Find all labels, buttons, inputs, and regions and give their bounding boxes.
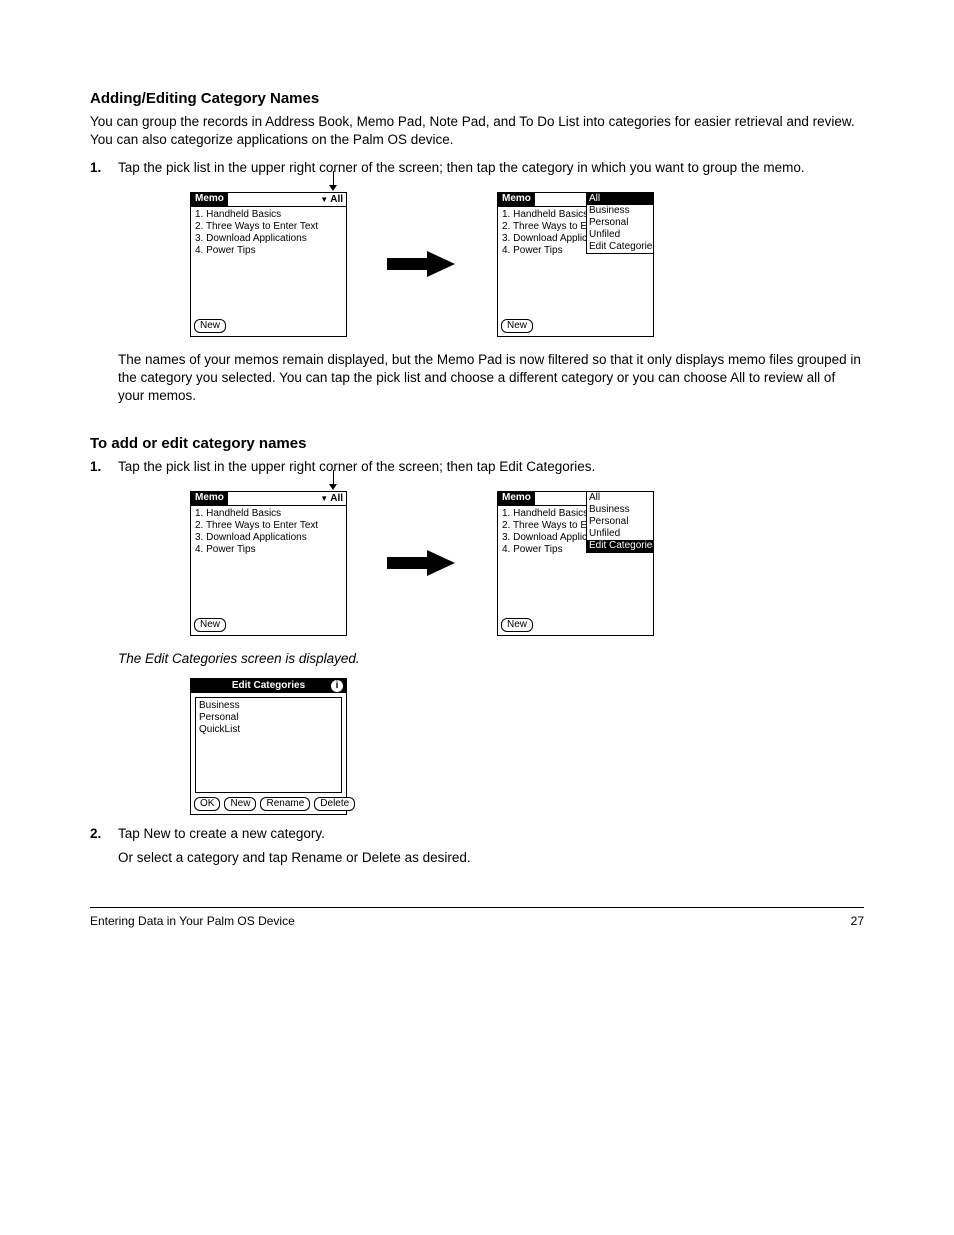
dropdown-item[interactable]: All	[587, 193, 653, 205]
category-item[interactable]: QuickList	[199, 724, 338, 736]
dropdown-item[interactable]: Edit Categories...	[587, 540, 653, 552]
edit-categories-dialog: Edit Categories i Business Personal Quic…	[190, 678, 347, 815]
category-picklist[interactable]: ▼ All	[320, 193, 343, 207]
transition-arrow-icon	[387, 249, 457, 279]
memo-row[interactable]: 1. Handheld Basics	[195, 209, 342, 221]
step-number: 2.	[90, 825, 118, 843]
pointer-arrow-icon	[329, 171, 337, 191]
step-text: Tap New to create a new category.	[118, 825, 864, 843]
dropdown-item[interactable]: Business	[587, 205, 653, 217]
memo-row[interactable]: 2. Three Ways to Enter Text	[195, 520, 342, 532]
footer-rule	[90, 907, 864, 908]
dropdown-icon: ▼	[320, 196, 328, 204]
category-dropdown[interactable]: All Business Personal Unfiled Edit Categ…	[586, 491, 654, 553]
app-title: Memo	[191, 192, 228, 206]
memo-row[interactable]: 3. Download Applications	[195, 233, 342, 245]
figure-row: Memo ▼ All 1. Handheld Basics 2. Three W…	[190, 192, 864, 337]
page-footer: Entering Data in Your Palm OS Device 27	[90, 914, 864, 928]
category-item[interactable]: Business	[199, 700, 338, 712]
step-number: 1.	[90, 458, 118, 476]
app-title: Memo	[191, 491, 228, 505]
dropdown-item[interactable]: Personal	[587, 217, 653, 229]
step-number: 1.	[90, 159, 118, 177]
dropdown-item[interactable]: Unfiled	[587, 229, 653, 241]
new-button[interactable]: New	[194, 618, 226, 632]
section-heading: Adding/Editing Category Names	[90, 90, 864, 107]
category-dropdown[interactable]: All Business Personal Unfiled Edit Categ…	[586, 192, 654, 254]
category-item[interactable]: Personal	[199, 712, 338, 724]
new-button[interactable]: New	[194, 319, 226, 333]
section-heading: To add or edit category names	[90, 435, 864, 452]
pointer-arrow-icon	[329, 470, 337, 490]
dropdown-item[interactable]: Edit Categories...	[587, 241, 653, 253]
figure-row: Memo ▼ All 1. Handheld Basics 2. Three W…	[190, 491, 864, 636]
category-current: All	[330, 493, 343, 504]
app-title: Memo	[498, 192, 535, 206]
dropdown-item[interactable]: Business	[587, 504, 653, 516]
transition-arrow-icon	[387, 548, 457, 578]
new-button[interactable]: New	[501, 319, 533, 333]
page-number: 27	[851, 914, 864, 928]
dropdown-item[interactable]: All	[587, 492, 653, 504]
dropdown-item[interactable]: Unfiled	[587, 528, 653, 540]
app-title: Memo	[498, 491, 535, 505]
memo-screen-closed: Memo ▼ All 1. Handheld Basics 2. Three W…	[190, 491, 347, 636]
dropdown-item[interactable]: Personal	[587, 516, 653, 528]
rename-button[interactable]: Rename	[260, 797, 310, 811]
category-picklist[interactable]: ▼ All	[320, 492, 343, 506]
result-text: The Edit Categories screen is displayed.	[118, 650, 864, 668]
memo-row[interactable]: 2. Three Ways to Enter Text	[195, 221, 342, 233]
category-current: All	[330, 194, 343, 205]
step-item: 1. Tap the pick list in the upper right …	[90, 458, 864, 476]
step-item: 2. Tap New to create a new category.	[90, 825, 864, 843]
memo-screen-dropdown-open: Memo All Business Personal Unfiled Edit …	[497, 192, 654, 337]
memo-row[interactable]: 1. Handheld Basics	[195, 508, 342, 520]
paragraph: The names of your memos remain displayed…	[118, 351, 864, 406]
ok-button[interactable]: OK	[194, 797, 220, 811]
step-text: Tap the pick list in the upper right cor…	[118, 159, 864, 177]
memo-row[interactable]: 4. Power Tips	[195, 544, 342, 556]
paragraph: You can group the records in Address Boo…	[90, 113, 864, 149]
step-item: 1. Tap the pick list in the upper right …	[90, 159, 864, 177]
new-button[interactable]: New	[501, 618, 533, 632]
dropdown-icon: ▼	[320, 495, 328, 503]
memo-screen-closed: Memo ▼ All 1. Handheld Basics 2. Three W…	[190, 192, 347, 337]
footer-chapter: Entering Data in Your Palm OS Device	[90, 914, 295, 928]
dialog-title: Edit Categories	[232, 680, 305, 691]
new-button[interactable]: New	[224, 797, 256, 811]
memo-row[interactable]: 4. Power Tips	[195, 245, 342, 257]
memo-screen-dropdown-open: Memo All Business Personal Unfiled Edit …	[497, 491, 654, 636]
memo-row[interactable]: 3. Download Applications	[195, 532, 342, 544]
step-text: Tap the pick list in the upper right cor…	[118, 458, 864, 476]
categories-listbox[interactable]: Business Personal QuickList	[195, 697, 342, 793]
info-icon[interactable]: i	[331, 680, 343, 692]
paragraph: Or select a category and tap Rename or D…	[118, 849, 864, 867]
delete-button[interactable]: Delete	[314, 797, 355, 811]
